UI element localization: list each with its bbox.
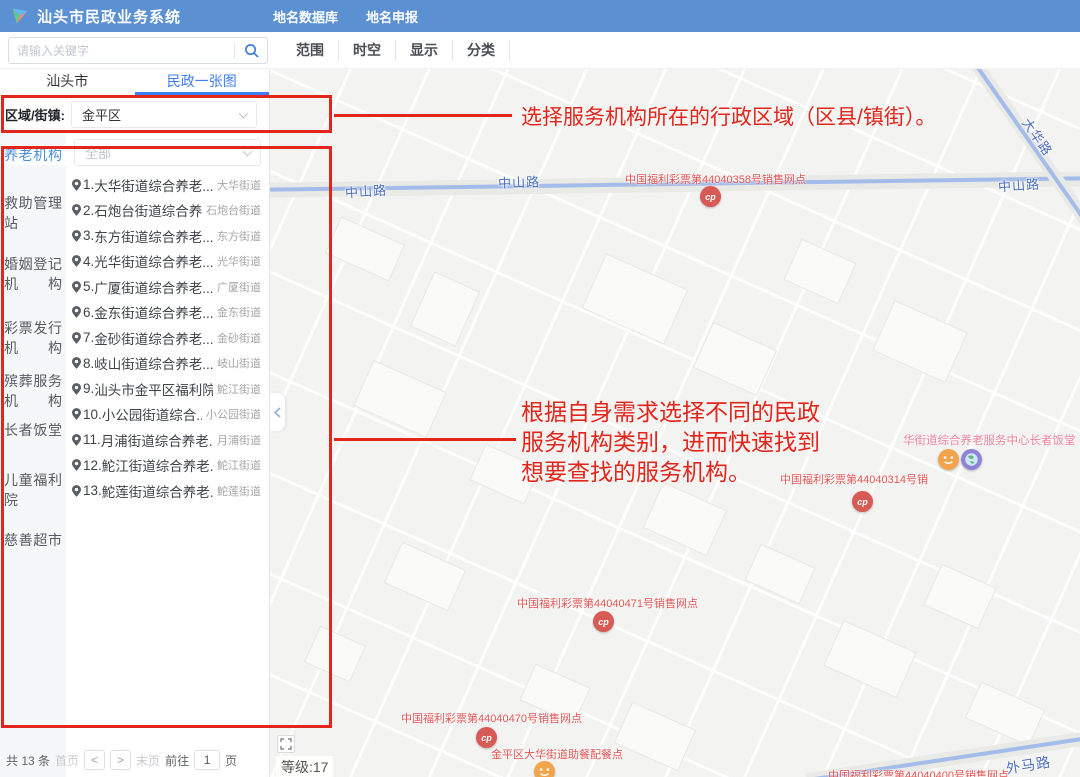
fullscreen-icon: [280, 738, 292, 750]
lottery-logo: cp: [857, 496, 868, 507]
pagination-total: 共 13 条: [6, 753, 51, 768]
tab-civil-affairs-map[interactable]: 民政一张图: [134, 69, 269, 95]
pagination-next-button[interactable]: >: [110, 750, 132, 770]
annotation-box-region: [1, 95, 332, 133]
search-button[interactable]: [235, 38, 267, 63]
pagination-goto-label: 前往: [165, 753, 190, 768]
map-building: [383, 541, 467, 612]
poi-label-elder-canteen: 华街道综合养老服务中心长者饭堂: [903, 435, 1076, 447]
lottery-logo: cp: [705, 191, 716, 202]
annotation-note-category: 根据自身需求选择不同的民政 服务机构类别，进而快速找到 想要查找的服务机构。: [521, 397, 820, 487]
tool-spacetime-button[interactable]: 时空: [339, 40, 396, 61]
map-tools: 范围 时空 显示 分类: [282, 40, 510, 61]
poi-label-meal-aid-point: 金平区大华街道助餐配餐点: [491, 749, 623, 761]
map-building: [642, 481, 728, 557]
pagination-first-button[interactable]: 首页: [55, 752, 79, 769]
annotation-leader-line: [334, 438, 516, 441]
pagination-page-input[interactable]: [194, 750, 221, 770]
search-box: [8, 37, 268, 64]
road-label-zhongshan: 中山路: [497, 174, 541, 191]
map-building: [409, 271, 481, 347]
annotation-line: 想要查找的服务机构。: [521, 459, 751, 485]
poi-label-lottery-44040358: 中国福利彩票第44040358号销售网点: [625, 174, 806, 186]
annotation-note-region: 选择服务机构所在的行政区域（区县/镇街）。: [521, 106, 937, 129]
search-icon: [244, 44, 259, 58]
map-building: [581, 253, 689, 345]
annotation-line: 服务机构类别，进而快速找到: [521, 429, 820, 455]
header-menu: 地名数据库 地名申报: [273, 7, 418, 26]
road-dahua: [964, 69, 1080, 265]
canteen-face-marker-icon[interactable]: [938, 449, 959, 470]
tool-range-button[interactable]: 范围: [282, 40, 339, 61]
lottery-logo: cp: [598, 616, 609, 627]
meal-point-marker-icon[interactable]: [534, 761, 555, 777]
road-label-zhongshan: 中山路: [344, 182, 388, 201]
map-building: [744, 543, 816, 605]
sub-toolbar: 范围 时空 显示 分类: [0, 32, 1080, 69]
lottery-marker-icon[interactable]: cp: [700, 186, 721, 207]
map-building: [823, 619, 917, 699]
tool-display-button[interactable]: 显示: [396, 40, 453, 61]
app-logo-icon: [12, 8, 28, 24]
pagination-page-unit: 页: [225, 753, 238, 768]
annotation-box-category: [1, 146, 332, 728]
poi-label-lottery-44040471: 中国福利彩票第44040471号销售网点: [517, 598, 698, 610]
lottery-marker-icon[interactable]: cp: [852, 491, 873, 512]
lottery-marker-icon[interactable]: cp: [593, 611, 614, 632]
pagination: 共 13 条 首页 < > 末页 前往 页: [6, 750, 237, 770]
menu-item-place-name-database[interactable]: 地名数据库: [273, 7, 338, 26]
map-zoom-level-label: 等级:17: [276, 756, 334, 777]
fullscreen-button[interactable]: [277, 735, 295, 753]
globe-marker-icon[interactable]: [961, 449, 982, 470]
pagination-prev-button[interactable]: <: [84, 750, 106, 770]
annotation-leader-line: [334, 114, 512, 117]
search-input[interactable]: [9, 43, 234, 58]
app-header: 汕头市民政业务系统 地名数据库 地名申报: [0, 0, 1080, 32]
panel-tabs: 汕头市 民政一张图: [0, 69, 269, 96]
tool-classify-button[interactable]: 分类: [453, 40, 510, 61]
lottery-marker-icon[interactable]: cp: [476, 727, 497, 748]
map-building: [923, 563, 997, 630]
map-building: [324, 216, 406, 282]
map-building: [964, 681, 1046, 747]
road-label-zhongshan: 中山路: [997, 176, 1041, 195]
lottery-logo: cp: [481, 732, 492, 743]
map-building: [783, 238, 857, 305]
tab-shantou-city[interactable]: 汕头市: [0, 69, 135, 95]
poi-label-lottery-clipped: 中国福利彩票第44040400号销售网点: [828, 770, 1009, 777]
app-title: 汕头市民政业务系统: [37, 8, 182, 26]
pagination-last-button[interactable]: 末页: [136, 752, 160, 769]
annotation-line: 根据自身需求选择不同的民政: [521, 399, 820, 425]
map-building: [692, 321, 778, 397]
menu-item-place-name-declare[interactable]: 地名申报: [366, 7, 418, 26]
poi-label-lottery-44040470: 中国福利彩票第44040470号销售网点: [401, 713, 582, 725]
map-building: [613, 701, 697, 772]
map-building: [353, 359, 447, 439]
map-building: [872, 300, 968, 383]
